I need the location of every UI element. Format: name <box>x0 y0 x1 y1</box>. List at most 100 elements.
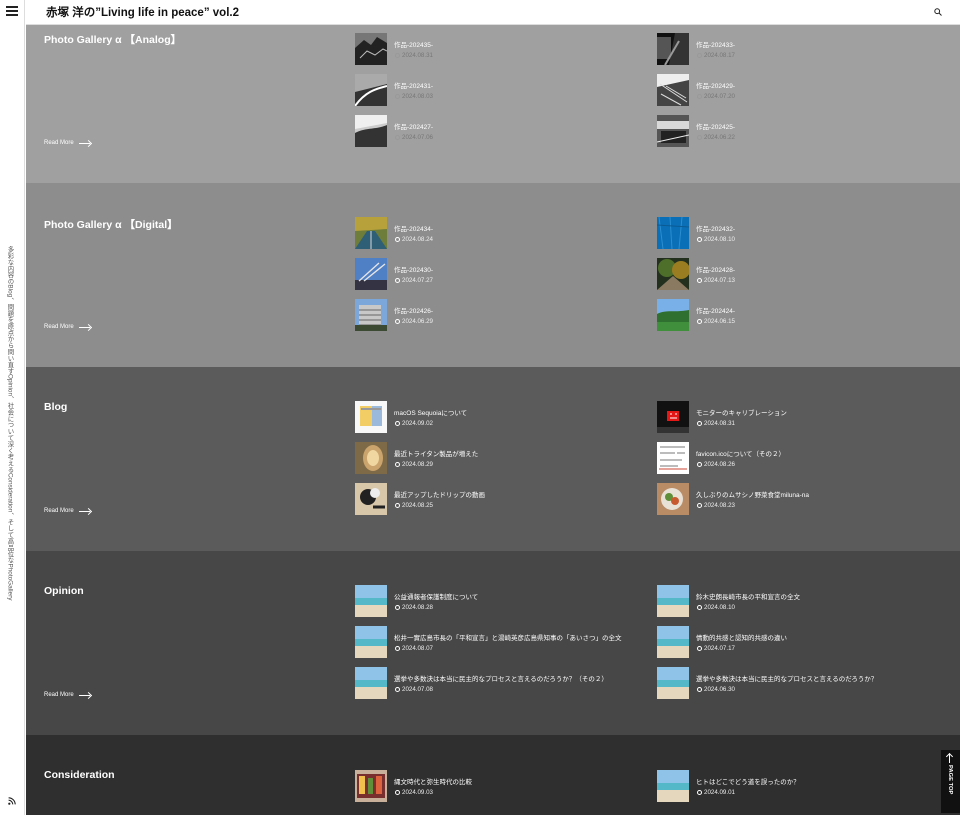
post-title: モニターのキャリブレーション <box>696 410 787 417</box>
analog-post-1[interactable]: 作品-202435- 2024.08.31 <box>355 33 635 65</box>
opinion-post-5[interactable]: 選挙や多数決は本当に民主的なプロセスと言えるのだろうか？（その２） 2024.0… <box>355 667 635 699</box>
clock-icon <box>395 421 400 426</box>
post-thumbnail <box>657 442 689 474</box>
rss-icon[interactable] <box>8 797 16 805</box>
clock-icon <box>395 646 400 651</box>
clock-icon <box>697 687 702 692</box>
blog-title[interactable]: Blog <box>44 401 67 413</box>
post-title: 久しぶりのムサシノ野菜食堂miluna-na <box>696 492 810 499</box>
blog-post-2[interactable]: モニターのキャリブレーション 2024.08.31 <box>657 401 937 433</box>
blog-post-3[interactable]: 最近トライタン製品が増えた 2024.08.29 <box>355 442 635 474</box>
opinion-post-2[interactable]: 鈴木史朗長崎市長の平和宣言の全文 2024.08.10 <box>657 585 937 617</box>
post-thumbnail <box>657 483 689 515</box>
post-date: 2024.08.29 <box>402 461 433 468</box>
digital-post-3[interactable]: 作品-202430- 2024.07.27 <box>355 258 635 290</box>
read-more-label: Read More <box>44 692 74 698</box>
post-title: 選挙や多数決は本当に民主的なプロセスと言えるのだろうか？ <box>696 676 878 683</box>
post-date: 2024.06.15 <box>704 318 735 325</box>
digital-post-5[interactable]: 作品-202426- 2024.06.29 <box>355 299 635 331</box>
post-date: 2024.07.20 <box>704 93 735 100</box>
post-thumbnail <box>657 667 689 699</box>
opinion-title[interactable]: Opinion <box>44 585 84 597</box>
post-date: 2024.07.13 <box>704 277 735 284</box>
post-date: 2024.06.29 <box>402 318 433 325</box>
opinion-post-4[interactable]: 情動的共感と認知的共感の違い 2024.07.17 <box>657 626 937 658</box>
search-icon[interactable] <box>934 8 942 16</box>
page-top-button[interactable]: PAGE TOP <box>941 750 960 813</box>
post-thumbnail <box>355 585 387 617</box>
post-date: 2024.09.02 <box>402 420 433 427</box>
post-date: 2024.07.17 <box>704 645 735 652</box>
post-title: 最近トライタン製品が増えた <box>394 451 479 458</box>
analog-post-2[interactable]: 作品-202433- 2024.08.17 <box>657 33 937 65</box>
header: 赤塚 洋の”Living life in peace” vol.2 <box>26 0 960 25</box>
opinion-read-more[interactable]: Read More <box>44 692 90 698</box>
read-more-label: Read More <box>44 140 74 146</box>
post-title: 松井一實広島市長の「平和宣言」と湯崎英彦広島県知事の「あいさつ」の全文 <box>394 635 622 642</box>
analog-post-5[interactable]: 作品-202427- 2024.07.06 <box>355 115 635 147</box>
post-title: 公益通報者保護制度について <box>394 594 479 601</box>
opinion-post-6[interactable]: 選挙や多数決は本当に民主的なプロセスと言えるのだろうか？ 2024.06.30 <box>657 667 937 699</box>
digital-post-2[interactable]: 作品-202432- 2024.08.10 <box>657 217 937 249</box>
consideration-post-2[interactable]: ヒトはどこでどう道を誤ったのか？ 2024.09.01 <box>657 770 937 802</box>
post-title: 作品-202435- <box>394 42 434 49</box>
page-top-label: PAGE TOP <box>947 765 953 795</box>
clock-icon <box>395 790 400 795</box>
post-date: 2024.08.24 <box>402 236 433 243</box>
blog-read-more[interactable]: Read More <box>44 508 90 514</box>
arrow-icon <box>78 326 90 328</box>
consideration-post-1[interactable]: 縄文時代と弥生時代の比較 2024.09.03 <box>355 770 635 802</box>
post-title: 作品-202428- <box>696 267 736 274</box>
clock-icon <box>395 605 400 610</box>
analog-post-6[interactable]: 作品-202425- 2024.06.22 <box>657 115 937 147</box>
opinion-post-3[interactable]: 松井一實広島市長の「平和宣言」と湯崎英彦広島県知事の「あいさつ」の全文 2024… <box>355 626 635 658</box>
post-title: 作品-202425- <box>696 124 736 131</box>
blog-section: Blog Read More macOS Sequoiaについて 2024.09… <box>26 367 960 551</box>
analog-title[interactable]: Photo Gallery α 【Analog】 <box>44 32 181 47</box>
post-thumbnail <box>355 115 387 147</box>
post-date: 2024.09.01 <box>704 789 735 796</box>
post-date: 2024.08.31 <box>704 420 735 427</box>
post-thumbnail <box>657 585 689 617</box>
post-thumbnail <box>355 258 387 290</box>
post-thumbnail <box>355 401 387 433</box>
post-thumbnail <box>355 667 387 699</box>
post-date: 2024.08.31 <box>402 52 433 59</box>
clock-icon <box>697 94 702 99</box>
digital-post-1[interactable]: 作品-202434- 2024.08.24 <box>355 217 635 249</box>
post-title: 作品-202431- <box>394 83 434 90</box>
clock-icon <box>395 53 400 58</box>
blog-post-1[interactable]: macOS Sequoiaについて 2024.09.02 <box>355 401 635 433</box>
analog-post-3[interactable]: 作品-202431- 2024.08.03 <box>355 74 635 106</box>
analog-post-4[interactable]: 作品-202429- 2024.07.20 <box>657 74 937 106</box>
digital-post-4[interactable]: 作品-202428- 2024.07.13 <box>657 258 937 290</box>
clock-icon <box>395 319 400 324</box>
post-title: 作品-202430- <box>394 267 434 274</box>
digital-title[interactable]: Photo Gallery α 【Digital】 <box>44 217 178 232</box>
digital-read-more[interactable]: Read More <box>44 324 90 330</box>
post-title: 作品-202429- <box>696 83 736 90</box>
opinion-post-1[interactable]: 公益通報者保護制度について 2024.08.28 <box>355 585 635 617</box>
hamburger-menu-icon[interactable] <box>6 6 18 16</box>
post-date: 2024.09.03 <box>402 789 433 796</box>
clock-icon <box>395 462 400 467</box>
arrow-up-icon <box>949 754 950 763</box>
post-title: 作品-202433- <box>696 42 736 49</box>
post-date: 2024.07.06 <box>402 134 433 141</box>
post-thumbnail <box>657 258 689 290</box>
analog-read-more[interactable]: Read More <box>44 140 90 146</box>
blog-post-5[interactable]: 最近アップしたドリップの動画 2024.08.25 <box>355 483 635 515</box>
site-title[interactable]: 赤塚 洋の”Living life in peace” vol.2 <box>46 4 239 20</box>
post-title: 作品-202427- <box>394 124 434 131</box>
post-thumbnail <box>355 442 387 474</box>
site-description: 多彩な内容のBlog、問題を原点から問い直すOpinion、社会について深く考え… <box>6 246 14 601</box>
blog-post-6[interactable]: 久しぶりのムサシノ野菜食堂miluna-na 2024.08.23 <box>657 483 937 515</box>
consideration-title[interactable]: Consideration <box>44 769 115 781</box>
sidebar: 多彩な内容のBlog、問題を原点から問い直すOpinion、社会について深く考え… <box>0 0 25 815</box>
digital-post-6[interactable]: 作品-202424- 2024.06.15 <box>657 299 937 331</box>
blog-post-4[interactable]: favicon.icoについて（その２） 2024.08.26 <box>657 442 937 474</box>
post-thumbnail <box>355 770 387 802</box>
post-thumbnail <box>657 74 689 106</box>
post-date: 2024.08.03 <box>402 93 433 100</box>
post-date: 2024.08.25 <box>402 502 433 509</box>
